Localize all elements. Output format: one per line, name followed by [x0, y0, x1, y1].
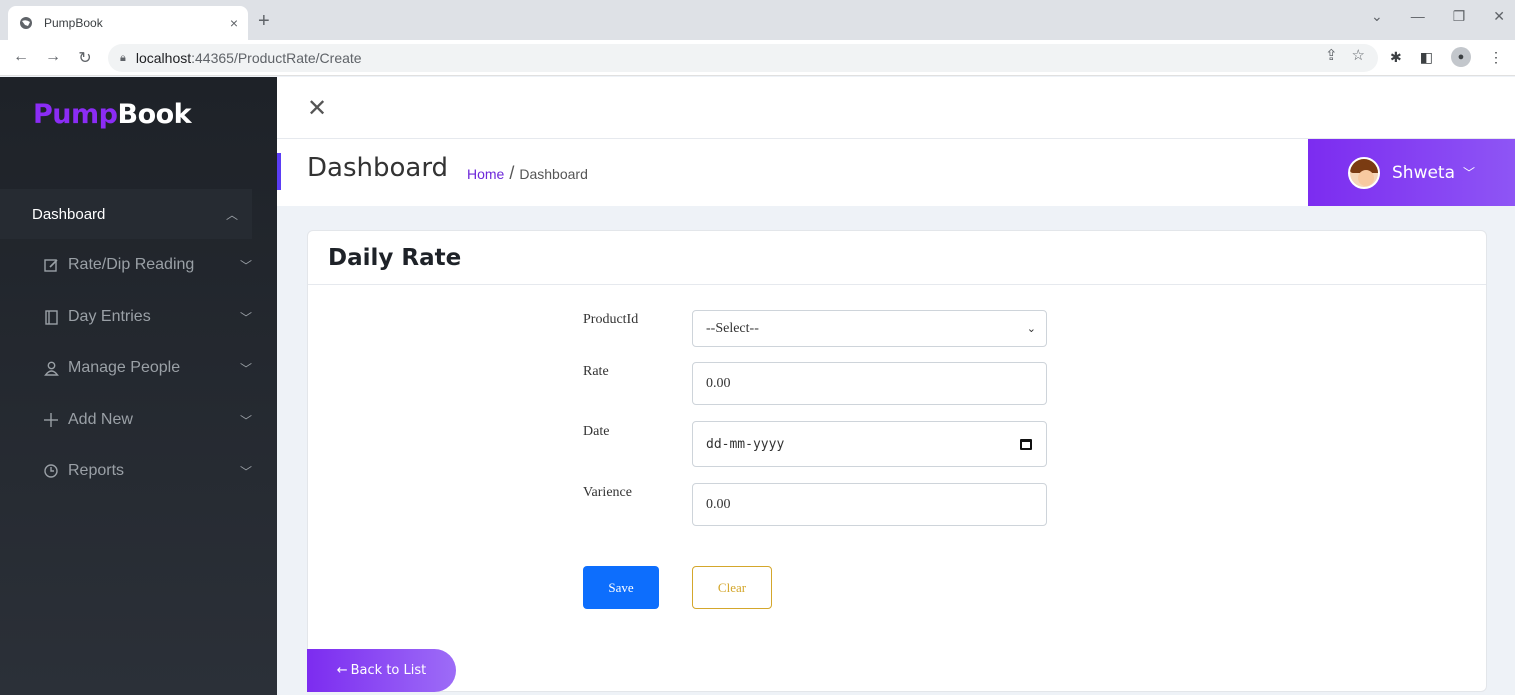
sidebar-item-day-entries[interactable]: Day Entries ﹀ — [0, 297, 277, 337]
tab-search-icon[interactable]: ⌄ — [1371, 8, 1383, 25]
sidebar-item-dashboard[interactable]: Dashboard ︿ — [0, 189, 252, 239]
product-id-label: ProductId — [583, 312, 639, 327]
side-panel-icon[interactable]: ◧ — [1420, 49, 1433, 66]
breadcrumb: Home / Dashboard — [467, 163, 588, 184]
rate-label: Rate — [583, 364, 609, 379]
chevron-down-icon: ﹀ — [240, 310, 253, 325]
sidebar-item-label: Add New — [68, 411, 133, 428]
sidebar-item-label: Reports — [68, 462, 125, 479]
profile-icon[interactable]: ● — [1451, 47, 1471, 67]
address-bar[interactable]: 🔒︎ localhost:44365/ProductRate/Create — [108, 44, 1378, 72]
sidebar-item-label: Manage People — [68, 359, 181, 376]
sidebar: PumpBook Dashboard ︿ Rate/Dip Reading ﹀ … — [0, 77, 277, 695]
new-tab-icon[interactable]: + — [258, 10, 270, 33]
breadcrumb-home-link[interactable]: Home — [467, 166, 504, 182]
chevron-down-icon: ﹀ — [240, 413, 253, 428]
tab-title: PumpBook — [44, 16, 103, 30]
user-name: Shweta — [1392, 162, 1456, 183]
page-title: Dashboard — [307, 153, 449, 183]
forward-arrow-icon[interactable]: → — [38, 48, 68, 68]
date-input[interactable]: dd-mm-yyyy — [692, 421, 1047, 467]
sidebar-item-reports[interactable]: Reports ﹀ — [0, 451, 277, 491]
clear-button[interactable]: Clear — [692, 566, 772, 609]
share-icon[interactable]: ⇪ — [1325, 46, 1338, 64]
bookmark-star-icon[interactable]: ☆ — [1352, 46, 1365, 64]
rate-value: 0.00 — [706, 375, 731, 391]
date-label: Date — [583, 424, 610, 439]
sidebar-item-label: Day Entries — [68, 308, 151, 325]
book-icon — [42, 309, 60, 325]
browser-toolbar: ← → ↻ 🔒︎ localhost:44365/ProductRate/Cre… — [0, 40, 1515, 76]
user-icon — [42, 361, 60, 376]
top-bar: ✕ — [277, 77, 1515, 139]
close-icon[interactable]: ✕ — [307, 97, 327, 121]
brand-logo[interactable]: PumpBook — [33, 99, 192, 130]
breadcrumb-separator: / — [509, 163, 515, 183]
varience-value: 0.00 — [706, 496, 731, 512]
sidebar-item-label: Dashboard — [32, 205, 106, 223]
back-arrow-icon[interactable]: ← — [6, 48, 36, 68]
edit-icon — [42, 258, 60, 273]
chevron-up-icon: ︿ — [225, 207, 238, 222]
product-id-select[interactable]: --Select-- ⌄ — [692, 310, 1047, 347]
lock-icon: 🔒︎ — [120, 51, 126, 64]
product-id-value: --Select-- — [706, 320, 759, 336]
window-close-icon[interactable]: ✕ — [1493, 8, 1505, 25]
page-header: Dashboard Home / Dashboard Shweta ﹀ — [277, 139, 1515, 206]
avatar — [1348, 156, 1380, 189]
clock-icon — [42, 464, 60, 478]
restore-icon[interactable]: ❐ — [1453, 8, 1466, 25]
brand-part-book: Book — [117, 99, 192, 130]
sidebar-item-manage-people[interactable]: Manage People ﹀ — [0, 348, 277, 388]
back-to-list-button[interactable]: ← Back to List — [307, 649, 456, 692]
url-host: localhost — [135, 50, 192, 66]
sidebar-item-label: Rate/Dip Reading — [68, 256, 195, 273]
brand-part-pump: Pump — [33, 99, 118, 130]
menu-kebab-icon[interactable]: ⋮ — [1489, 49, 1503, 66]
daily-rate-card: Daily Rate ProductId --Select-- ⌄ Rate 0… — [307, 230, 1487, 692]
sidebar-item-add-new[interactable]: Add New ﹀ — [0, 400, 277, 440]
calendar-icon[interactable] — [1020, 438, 1032, 450]
card-header: Daily Rate — [308, 231, 1486, 285]
window-controls: ⌄ — ❐ ✕ — [1371, 8, 1505, 25]
minimize-icon[interactable]: — — [1411, 8, 1425, 25]
extensions-icon[interactable]: ✱ — [1390, 49, 1402, 66]
chevron-down-icon: ﹀ — [240, 361, 253, 376]
browser-tab[interactable]: PumpBook × — [8, 6, 248, 40]
date-placeholder: dd-mm-yyyy — [706, 436, 785, 452]
browser-tab-bar: PumpBook × + ⌄ — ❐ ✕ — [0, 0, 1515, 40]
tab-close-icon[interactable]: × — [230, 15, 238, 31]
chevron-down-icon: ⌄ — [1026, 323, 1036, 335]
chevron-down-icon: ﹀ — [1463, 166, 1476, 180]
user-menu[interactable]: Shweta ﹀ — [1308, 139, 1515, 206]
varience-input[interactable]: 0.00 — [692, 483, 1047, 526]
back-to-list-label: Back to List — [350, 663, 427, 678]
header-accent — [277, 153, 281, 190]
rate-input[interactable]: 0.00 — [692, 362, 1047, 405]
chevron-down-icon: ﹀ — [240, 464, 253, 479]
back-arrow-icon: ← — [336, 663, 348, 678]
reload-icon[interactable]: ↻ — [70, 48, 100, 68]
breadcrumb-current: Dashboard — [519, 166, 588, 182]
chevron-down-icon: ﹀ — [240, 258, 253, 273]
save-button[interactable]: Save — [583, 566, 659, 609]
sidebar-item-rate-dip-reading[interactable]: Rate/Dip Reading ﹀ — [0, 245, 277, 285]
url-path: :44365/ProductRate/Create — [191, 50, 362, 66]
card-title: Daily Rate — [328, 244, 462, 271]
plus-icon — [42, 413, 60, 427]
varience-label: Varience — [583, 485, 632, 500]
globe-icon — [18, 15, 34, 31]
